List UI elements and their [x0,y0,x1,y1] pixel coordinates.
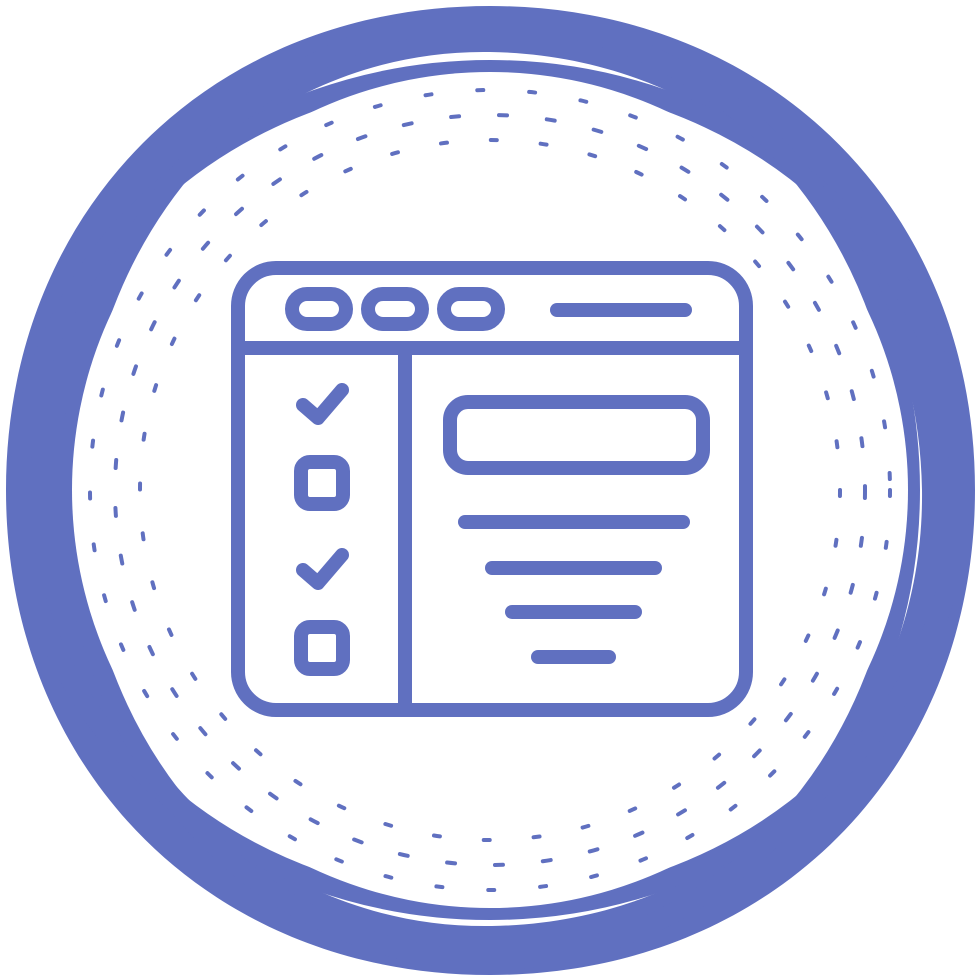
inner-background [72,72,908,908]
icon-canvas [0,0,980,980]
browser-checklist-icon [6,6,975,975]
